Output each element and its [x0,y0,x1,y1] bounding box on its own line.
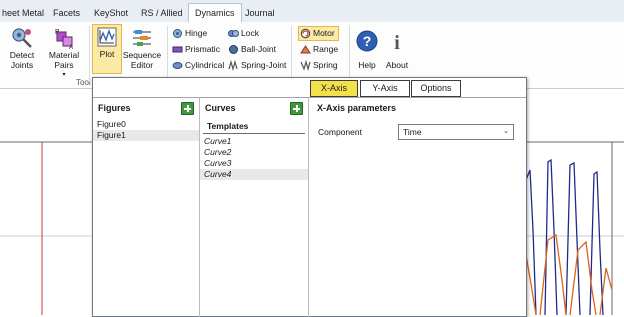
plot-icon [97,27,117,47]
material-pairs-button[interactable]: B A Material Pairs ▾ [42,26,86,80]
lock-button[interactable]: Lock [228,26,259,40]
hinge-button[interactable]: Hinge [172,26,207,40]
spring-icon [300,60,311,72]
tab-keyshot[interactable]: KeyShot [92,4,130,22]
motor-label: Motor [313,28,335,38]
ball-joint-icon [229,45,238,55]
templates-label: Templates [203,119,305,134]
tab-journal[interactable]: Journal [243,4,277,22]
figures-title: Figures [98,103,131,113]
detect-joints-button[interactable]: Detect Joints [2,26,42,70]
sequence-editor-icon [133,30,151,46]
prismatic-label: Prismatic [185,44,220,54]
svg-text:i: i [394,32,400,52]
curves-title: Curves [205,103,236,113]
about-button[interactable]: i About [382,30,412,70]
add-figure-button[interactable] [181,102,194,115]
menu-bar: heet Metal Facets KeyShot RS / Allied Dy… [0,0,624,24]
spring-joint-label: Spring-Joint [241,60,287,70]
sequence-editor-button[interactable]: Sequence Editor [122,26,162,70]
tab-options[interactable]: Options [411,80,461,97]
list-item-curve1[interactable]: Curve1 [200,136,308,147]
list-item-curve3[interactable]: Curve3 [200,158,308,169]
tab-facets[interactable]: Facets [51,4,82,22]
lock-icon [228,30,239,38]
tab-rs-allied[interactable]: RS / Allied [139,4,185,22]
material-pairs-icon: B A [55,29,73,50]
range-icon [300,45,311,54]
detect-joints-label: Detect Joints [9,50,35,70]
ribbon-divider [349,26,350,82]
ribbon-divider [89,26,90,82]
detect-joints-icon [12,28,32,48]
figures-header: Figures [93,98,199,119]
list-item-curve4[interactable]: Curve4 [200,169,308,180]
plot-button[interactable]: Plot [92,24,122,74]
prismatic-button[interactable]: Prismatic [172,42,220,56]
tab-sheet-metal[interactable]: heet Metal [0,4,46,22]
add-curve-button[interactable] [290,102,303,115]
dialog-body: Figures Figure0 Figure1 Curves Templates… [93,97,526,317]
tab-y-axis[interactable]: Y-Axis [360,80,410,97]
range-label: Range [313,44,339,54]
tab-dynamics[interactable]: Dynamics [188,3,242,24]
x-axis-params-header: X-Axis parameters [317,103,397,113]
about-label: About [385,60,409,70]
list-item-figure0[interactable]: Figure0 [93,119,199,130]
chevron-down-icon: ⌄ [503,128,509,135]
spring-button[interactable]: Spring [300,58,338,72]
hinge-label: Hinge [185,28,208,38]
help-label: Help [358,60,376,70]
cylindrical-icon [172,62,183,70]
figures-pane: Figures Figure0 Figure1 [93,98,200,317]
component-label: Component [318,127,362,137]
params-pane: X-Axis parameters Component Time ⌄ [309,98,525,317]
ribbon-divider [167,26,168,82]
plot-dialog: X-Axis Y-Axis Options Figures Figure0 Fi… [92,77,527,317]
help-button[interactable]: ? Help [353,30,381,70]
material-pairs-label: Material Pairs [48,50,80,70]
tab-x-axis[interactable]: X-Axis [310,80,358,97]
component-select[interactable]: Time ⌄ [398,124,514,140]
motor-button[interactable]: Motor [298,26,339,41]
prismatic-icon [172,46,183,53]
component-value: Time [403,127,422,137]
ball-joint-button[interactable]: Ball-Joint [228,42,276,56]
plot-label: Plot [99,49,115,59]
spring-joint-icon [228,60,238,72]
range-button[interactable]: Range [300,42,338,56]
ball-joint-label: Ball-Joint [241,44,276,54]
curves-header: Curves [200,98,308,119]
cylindrical-label: Cylindrical [185,60,225,70]
hinge-icon [173,29,182,39]
list-item-curve2[interactable]: Curve2 [200,147,308,158]
cylindrical-button[interactable]: Cylindrical [172,58,224,72]
sequence-editor-label: Sequence Editor [122,50,162,70]
list-item-figure1[interactable]: Figure1 [93,130,199,141]
svg-text:?: ? [363,33,372,49]
spring-label: Spring [313,60,338,70]
info-icon: i [394,32,400,52]
motor-icon [300,29,311,39]
ribbon-divider [291,26,292,82]
spring-joint-button[interactable]: Spring-Joint [228,58,286,72]
lock-label: Lock [241,28,259,38]
curves-pane: Curves Templates Curve1 Curve2 Curve3 Cu… [200,98,309,317]
help-icon: ? [356,30,378,52]
